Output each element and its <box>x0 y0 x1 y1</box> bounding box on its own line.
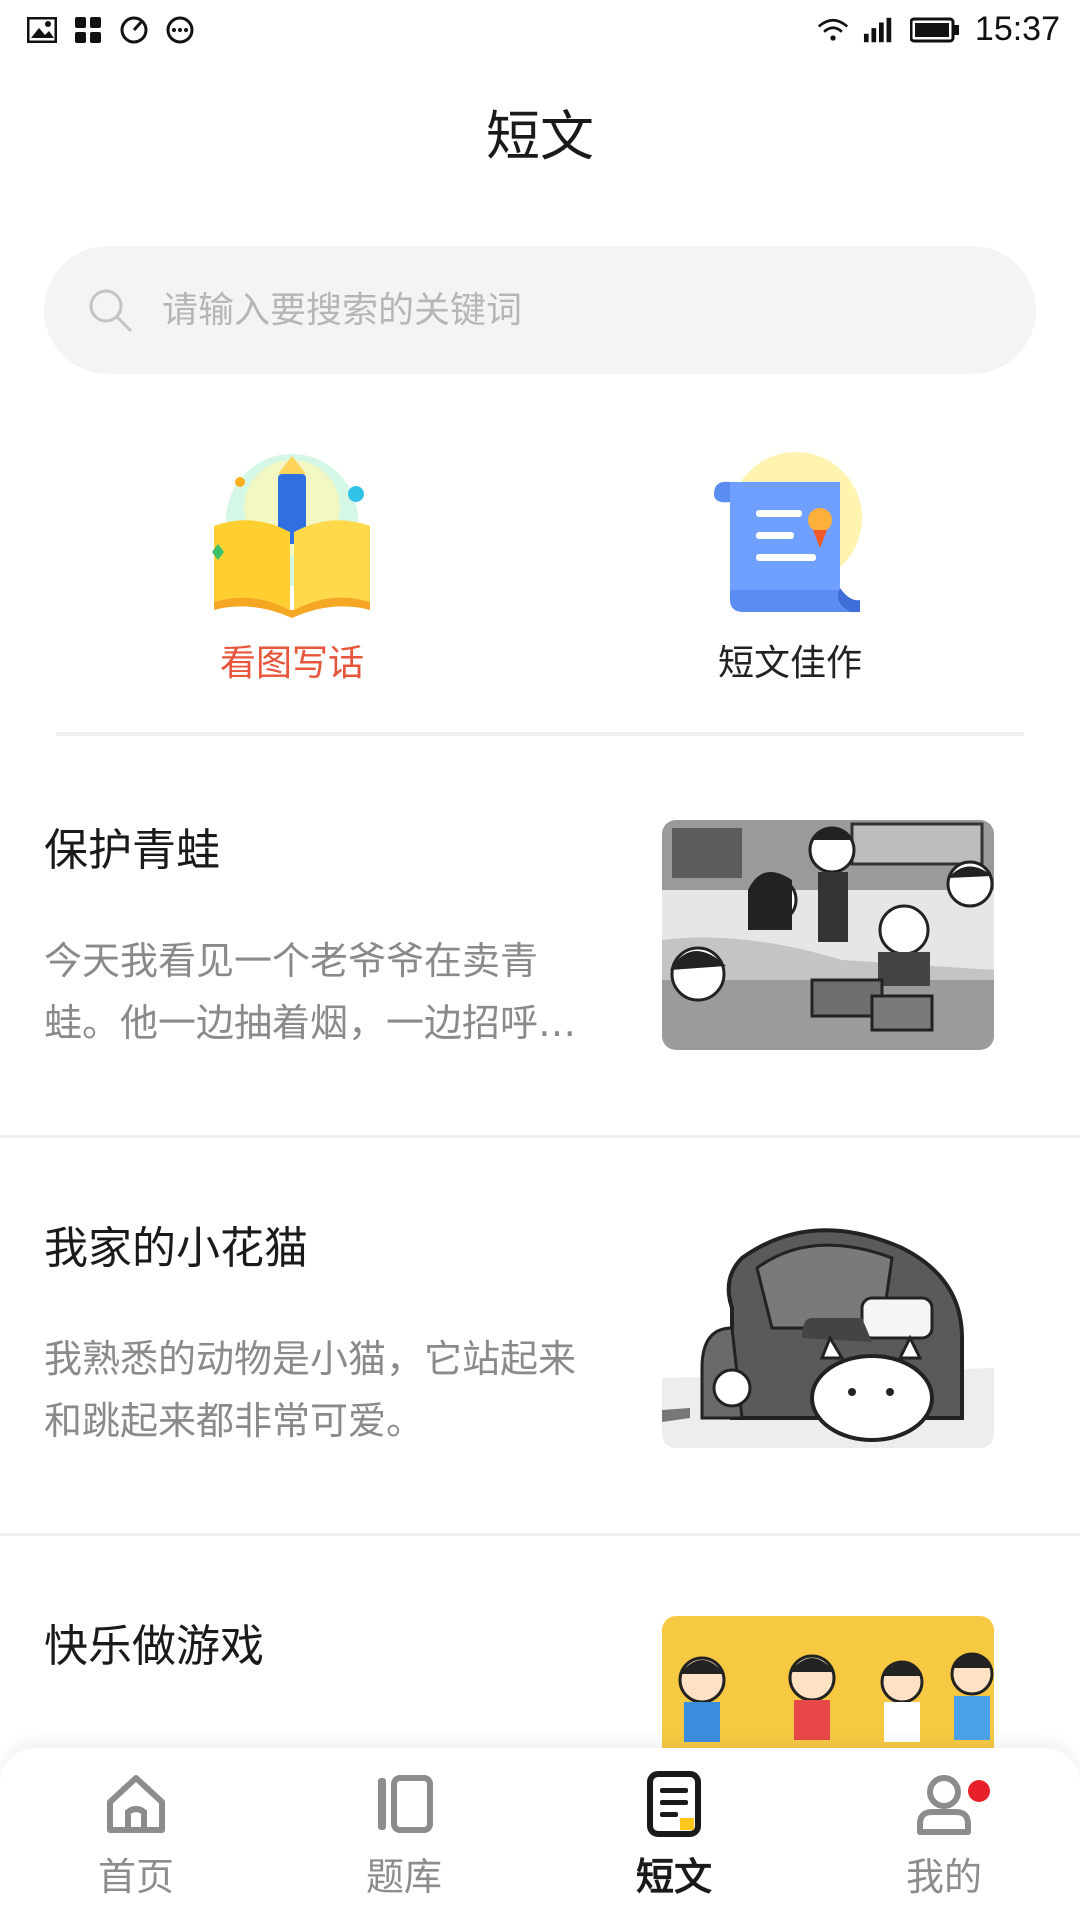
document-icon <box>638 1768 710 1840</box>
question-bank-icon <box>368 1768 440 1840</box>
article-thumbnail <box>662 820 994 1050</box>
search-icon <box>84 284 136 336</box>
status-bar-left-icons <box>26 14 196 46</box>
category-label: 看图写话 <box>219 643 364 684</box>
open-book-icon <box>202 450 382 620</box>
search-bar[interactable] <box>44 246 1036 374</box>
nav-label: 题库 <box>365 1855 442 1899</box>
wifi-icon <box>817 14 849 46</box>
section-divider <box>56 732 1024 736</box>
article-excerpt: 我熟悉的动物是小猫，它站起来和跳起来都非常可爱。 <box>44 1337 577 1443</box>
scroll-certificate-icon <box>700 450 880 620</box>
nav-label: 我的 <box>905 1855 982 1899</box>
status-bar-right: 15:37 <box>817 10 1060 49</box>
status-time: 15:37 <box>974 10 1060 48</box>
category-excellent-essays[interactable]: 短文佳作 <box>660 450 920 684</box>
image-icon <box>26 14 58 46</box>
article-title: 保护青蛙 <box>44 825 220 876</box>
apps-icon <box>72 14 104 46</box>
battery-icon <box>909 14 961 46</box>
speedometer-icon <box>118 14 150 46</box>
article-item[interactable]: 我家的小花猫 我熟悉的动物是小猫，它站起来和跳起来都非常可爱。 <box>0 1138 1080 1536</box>
article-title: 我家的小花猫 <box>44 1223 308 1274</box>
signal-icon <box>863 14 895 46</box>
nav-tab-home[interactable]: 首页 <box>36 1768 236 1918</box>
article-thumbnail <box>662 1218 994 1448</box>
article-title: 快乐做游戏 <box>44 1621 264 1672</box>
user-icon <box>908 1768 980 1840</box>
article-item[interactable]: 保护青蛙 今天我看见一个老爷爷在卖青蛙。他一边抽着烟，一边招呼… <box>0 740 1080 1138</box>
page-title: 短文 <box>486 105 594 168</box>
nav-tab-question-bank[interactable]: 题库 <box>304 1768 504 1918</box>
nav-label: 短文 <box>635 1855 712 1899</box>
category-label: 短文佳作 <box>717 643 862 684</box>
nav-label: 首页 <box>97 1855 174 1899</box>
home-icon <box>100 1768 172 1840</box>
bottom-navigation: 首页 题库 短文 我的 <box>0 1748 1080 1920</box>
notification-badge <box>968 1780 990 1802</box>
article-excerpt: 今天我看见一个老爷爷在卖青蛙。他一边抽着烟，一边招呼… <box>44 939 577 1045</box>
search-input[interactable] <box>162 289 1036 331</box>
category-picture-writing[interactable]: 看图写话 <box>162 450 422 684</box>
status-bar: 15:37 <box>0 0 1080 64</box>
nav-tab-mine[interactable]: 我的 <box>844 1768 1044 1918</box>
more-circle-icon <box>164 14 196 46</box>
nav-tab-short-essays[interactable]: 短文 <box>574 1768 774 1918</box>
